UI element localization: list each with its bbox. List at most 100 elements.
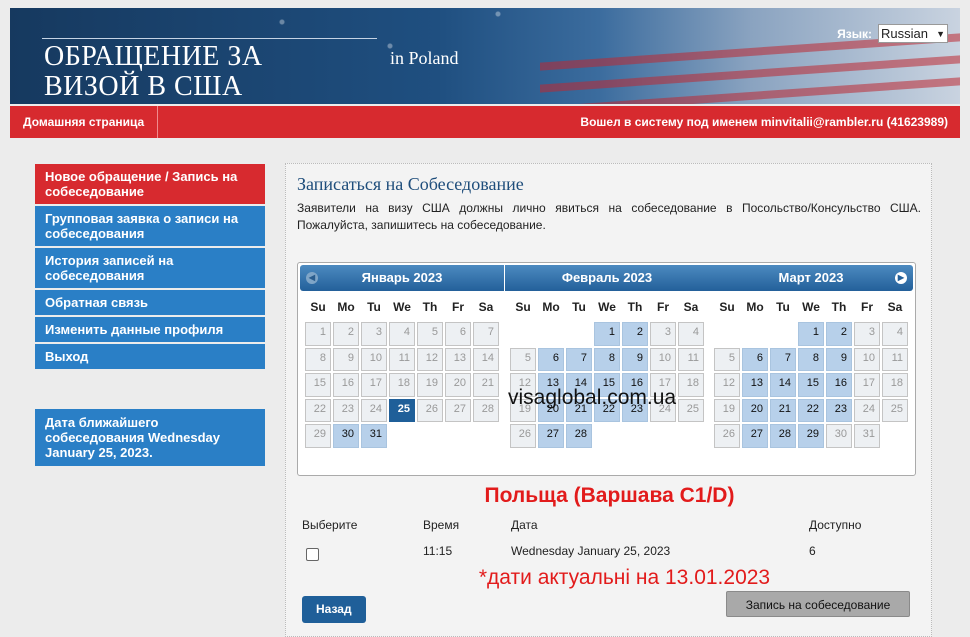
weekday-label: Tu <box>572 300 586 314</box>
calendar-month-header: Февраль 2023 <box>505 265 709 291</box>
calendar-day-available[interactable]: 8 <box>798 347 824 372</box>
weekday-label: Mo <box>746 300 764 314</box>
book-interview-button[interactable]: Запись на собеседование <box>726 591 910 617</box>
calendar-day-unavailable: 16 <box>333 373 359 397</box>
calendar-day-unavailable: 7 <box>473 322 499 346</box>
calendar-day-unavailable: 26 <box>714 424 740 448</box>
calendar-day-available[interactable]: 9 <box>826 347 852 372</box>
site-title-line1: ОБРАЩЕНИЕ ЗА <box>44 41 263 72</box>
calendar-day-available[interactable]: 15 <box>798 373 824 397</box>
calendar-day-available[interactable]: 2 <box>826 322 852 346</box>
calendar-day-unavailable: 11 <box>678 347 704 372</box>
calendar-day-available[interactable]: 28 <box>770 424 796 448</box>
language-switcher: Язык: Russian ▼ <box>837 24 948 43</box>
sidebar-item-feedback[interactable]: Обратная связь <box>35 290 265 315</box>
home-link[interactable]: Домашняя страница <box>10 106 159 138</box>
weekday-label: Th <box>422 300 438 314</box>
weekday-label: Sa <box>478 300 494 314</box>
calendar-day-unavailable: 22 <box>305 398 331 423</box>
calendar-day-available[interactable]: 16 <box>826 373 852 397</box>
watermark-text: visaglobal.com.ua <box>508 386 677 409</box>
calendar-day-available[interactable]: 7 <box>566 347 592 372</box>
calendar-day-available[interactable]: 7 <box>770 347 796 372</box>
calendar-day-unavailable: 18 <box>882 373 908 397</box>
calendar-day-available[interactable]: 8 <box>594 347 620 372</box>
sidebar-item-logout[interactable]: Выход <box>35 344 265 369</box>
weekday-label: Tu <box>776 300 790 314</box>
calendar-day-unavailable: 20 <box>445 373 471 397</box>
weekday-label: Th <box>627 300 643 314</box>
calendar-day-available[interactable]: 29 <box>798 424 824 448</box>
calendar-day-available[interactable]: 14 <box>770 373 796 397</box>
calendar-day-unavailable: 19 <box>714 398 740 423</box>
calendar-day-available[interactable]: 22 <box>798 398 824 423</box>
slot-time: 11:15 <box>423 544 453 558</box>
calendar-day-available[interactable]: 23 <box>826 398 852 423</box>
appointment-calendar: ◀ Январь 2023 Su Mo Tu We Th Fr Sa 1 2 3 4 5 6 7 8 9 10… <box>297 262 916 476</box>
calendar-day-available[interactable]: 20 <box>742 398 768 423</box>
column-header-time: Время <box>423 518 460 532</box>
calendar-day-available[interactable]: 2 <box>622 322 648 346</box>
title-rule <box>42 38 377 39</box>
calendar-day-available[interactable]: 1 <box>594 322 620 346</box>
slot-available: 6 <box>809 544 816 558</box>
site-title: ОБРАЩЕНИЕ ЗА ВИЗОЙ В США <box>44 42 263 102</box>
calendar-day-unavailable: 26 <box>417 398 443 423</box>
top-nav-bar: Домашняя страница Вошел в систему под им… <box>10 106 960 138</box>
weekday-label: Mo <box>542 300 560 314</box>
calendar-day-unavailable: 10 <box>650 347 676 372</box>
calendar-day-unavailable: 5 <box>510 347 536 372</box>
calendar-day-unavailable: 10 <box>854 347 880 372</box>
calendar-day-unavailable: 2 <box>333 322 359 346</box>
calendar-days: 1 2 3 4 5 6 7 8 9 10 11 12 13 14 15 16 17 18 19 20 21 22 23 24 2… <box>304 321 504 449</box>
page-title: Записаться на Собеседование <box>297 174 524 194</box>
calendar-day-unavailable: 15 <box>305 373 331 397</box>
slot-date: Wednesday January 25, 2023 <box>511 544 671 558</box>
calendar-day-unavailable: 14 <box>473 347 499 372</box>
calendar-day-available[interactable]: 9 <box>622 347 648 372</box>
weekday-label: Su <box>719 300 735 314</box>
calendar-day-available[interactable]: 6 <box>742 347 768 372</box>
weekday-label: Su <box>515 300 531 314</box>
calendar-day-available[interactable]: 1 <box>798 322 824 346</box>
weekday-label: Su <box>310 300 326 314</box>
calendar-day-available[interactable]: 31 <box>361 424 387 448</box>
calendar-day-unavailable: 8 <box>305 347 331 372</box>
calendar-month: Февраль 2023 Su Mo Tu We Th Fr Sa 1 2 3 4 5 6 7 8 9 10 1… <box>505 265 709 449</box>
sidebar-item-edit-profile[interactable]: Изменить данные профиля <box>35 317 265 342</box>
calendar-month-title: Февраль 2023 <box>561 270 653 285</box>
calendar-day-unavailable: 28 <box>473 398 499 423</box>
calendar-day-available[interactable]: 28 <box>566 424 592 448</box>
column-header-available: Доступно <box>809 518 862 532</box>
calendar-day-selected[interactable]: 25 <box>389 398 415 423</box>
language-select[interactable]: Russian ▼ <box>878 24 948 43</box>
calendar-day-unavailable: 9 <box>333 347 359 372</box>
slot-select-checkbox[interactable] <box>306 548 319 561</box>
calendar-day-unavailable: 4 <box>882 322 908 346</box>
chevron-down-icon: ▼ <box>936 28 945 39</box>
calendar-day-unavailable: 17 <box>854 373 880 397</box>
calendar-day-available[interactable]: 27 <box>538 424 564 448</box>
site-header: ОБРАЩЕНИЕ ЗА ВИЗОЙ В США in Poland Язык:… <box>10 8 960 104</box>
calendar-day-available[interactable]: 30 <box>333 424 359 448</box>
prev-month-icon[interactable]: ◀ <box>306 272 318 284</box>
logged-in-status: Вошел в систему под именем minvitalii@ra… <box>580 115 948 129</box>
back-button[interactable]: Назад <box>302 596 366 623</box>
calendar-day-available[interactable]: 21 <box>770 398 796 423</box>
calendar-day-available[interactable]: 13 <box>742 373 768 397</box>
calendar-day-unavailable: 30 <box>826 424 852 448</box>
next-month-icon[interactable]: ▶ <box>895 272 907 284</box>
site-title-line2: ВИЗОЙ В США <box>44 71 243 102</box>
calendar-day-available[interactable]: 27 <box>742 424 768 448</box>
sidebar-item-group-application[interactable]: Групповая заявка о записи на собеседован… <box>35 206 265 246</box>
sidebar-item-history[interactable]: История записей на собеседования <box>35 248 265 288</box>
calendar-month-title: Январь 2023 <box>361 270 443 285</box>
column-header-date: Дата <box>511 518 538 532</box>
calendar-days: 1 2 3 4 5 6 7 8 9 10 11 12 13 14 15 16 17 18 19 20 21 22 23 24 2… <box>509 321 709 449</box>
calendar-day-unavailable: 23 <box>333 398 359 423</box>
language-value: Russian <box>881 26 928 41</box>
sidebar-item-new-application[interactable]: Новое обращение / Запись на собеседовани… <box>35 164 265 204</box>
calendar-day-unavailable: 24 <box>854 398 880 423</box>
weekday-label: We <box>393 300 411 314</box>
calendar-day-available[interactable]: 6 <box>538 347 564 372</box>
